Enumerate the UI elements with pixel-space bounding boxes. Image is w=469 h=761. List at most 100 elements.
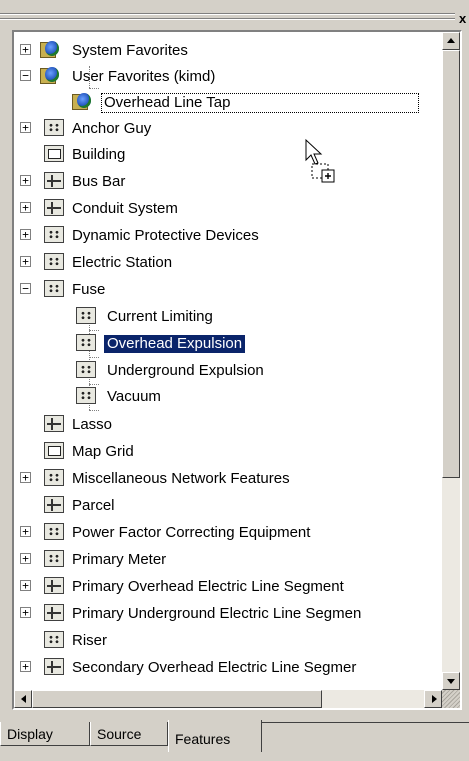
dots-icon [76, 387, 96, 404]
tree-item-label: Secondary Overhead Electric Line Segmer [72, 659, 357, 676]
tree-item-label: Overhead Expulsion [104, 335, 246, 353]
tree-item-drag-target[interactable]: Overhead Line Tap [14, 90, 442, 116]
globe-icon [40, 67, 60, 84]
feature-tree-panel: + System Favorites − User Favorites (kim… [12, 30, 462, 710]
tree-item-label: System Favorites [72, 42, 188, 59]
tree-item[interactable]: Current Limiting [14, 304, 442, 330]
tree-item-label: Anchor Guy [72, 120, 152, 137]
expand-toggle[interactable]: + [20, 175, 31, 186]
tree-item[interactable]: + Electric Station [14, 250, 442, 276]
tree-item-label: Bus Bar [72, 173, 126, 190]
tree-item[interactable]: Riser [14, 628, 442, 654]
dots-icon [44, 226, 64, 243]
tree-item[interactable]: Map Grid [14, 439, 442, 465]
expand-toggle[interactable]: + [20, 202, 31, 213]
expand-toggle[interactable]: + [20, 229, 31, 240]
collapse-toggle[interactable]: − [20, 283, 31, 294]
tree-item-label: Current Limiting [107, 308, 213, 325]
expand-toggle[interactable]: + [20, 580, 31, 591]
expand-toggle[interactable]: + [20, 44, 31, 55]
dots-icon [44, 550, 64, 567]
tree-item[interactable]: Underground Expulsion [14, 358, 442, 384]
tree-item[interactable]: + Primary Overhead Electric Line Segment [14, 574, 442, 600]
expand-toggle[interactable]: + [20, 526, 31, 537]
tree-item[interactable]: + Primary Underground Electric Line Segm… [14, 601, 442, 627]
expand-toggle[interactable]: + [20, 553, 31, 564]
tree-item-selected[interactable]: Overhead Expulsion [14, 331, 442, 357]
tree-connector [89, 410, 99, 411]
grid-icon [44, 145, 64, 162]
tree-item-label: Electric Station [72, 254, 173, 271]
tree-item-label: Conduit System [72, 200, 178, 217]
tree-item[interactable]: − Fuse [14, 277, 442, 303]
scroll-up-button[interactable] [442, 32, 460, 50]
tree-item[interactable]: + Conduit System [14, 196, 442, 222]
tree-item-label: User Favorites (kimd) [72, 68, 216, 85]
dots-icon [44, 119, 64, 136]
tree-item-label: Primary Meter [72, 551, 167, 568]
tab-display[interactable]: Display [0, 722, 90, 746]
grid-icon [44, 442, 64, 459]
drag-cursor-icon [305, 138, 335, 183]
tree-item-label: Lasso [72, 416, 113, 433]
grip-line [0, 14, 455, 15]
expand-toggle[interactable]: + [20, 661, 31, 672]
dots-icon [76, 307, 96, 324]
tree-item[interactable]: + Miscellaneous Network Features [14, 466, 442, 492]
tree-item-label: Riser [72, 632, 108, 649]
globe-icon [72, 93, 92, 110]
dots-icon [76, 334, 96, 351]
line-icon [44, 415, 64, 432]
tree-item-label: Building [72, 146, 126, 163]
globe-icon [40, 41, 60, 58]
tab-bar: Display Source Features [0, 716, 469, 761]
tree-item[interactable]: + Bus Bar [14, 169, 442, 195]
expand-toggle[interactable]: + [20, 256, 31, 267]
tree-item-label: Underground Expulsion [107, 362, 264, 379]
tree-item[interactable]: + Primary Meter [14, 547, 442, 573]
scroll-down-button[interactable] [442, 672, 460, 690]
line-icon [44, 577, 64, 594]
tree-item[interactable]: + System Favorites [14, 38, 442, 64]
dots-icon [44, 253, 64, 270]
collapse-toggle[interactable]: − [20, 70, 31, 81]
tree-item[interactable]: Building [14, 142, 442, 168]
line-icon [44, 658, 64, 675]
tree-item[interactable]: Vacuum [14, 384, 442, 410]
tab-features[interactable]: Features [168, 720, 262, 752]
dots-icon [44, 280, 64, 297]
scroll-left-button[interactable] [14, 690, 32, 708]
tree-item[interactable]: + Secondary Overhead Electric Line Segme… [14, 655, 442, 681]
tree-item[interactable]: + Power Factor Correcting Equipment [14, 520, 442, 546]
tree-item[interactable]: Parcel [14, 493, 442, 519]
scroll-right-button[interactable] [424, 690, 442, 708]
tree-item-label: Primary Underground Electric Line Segmen [72, 605, 362, 622]
panel-grip[interactable] [0, 6, 460, 28]
tab-bar-divider [262, 722, 469, 723]
expand-toggle[interactable]: + [20, 122, 31, 133]
close-icon[interactable]: x [459, 12, 469, 26]
expand-toggle[interactable]: + [20, 607, 31, 618]
dots-icon [44, 469, 64, 486]
tree-item-label: Map Grid [72, 443, 134, 460]
horizontal-scrollbar[interactable] [14, 690, 442, 708]
grip-line [0, 19, 455, 20]
vertical-scrollbar[interactable] [442, 32, 460, 690]
tree-item-label: Primary Overhead Electric Line Segment [72, 578, 344, 595]
horizontal-scroll-thumb[interactable] [32, 690, 322, 708]
dots-icon [76, 361, 96, 378]
tab-source[interactable]: Source [90, 722, 168, 746]
feature-tree[interactable]: + System Favorites − User Favorites (kim… [14, 32, 442, 690]
tree-item-label: Vacuum [107, 388, 161, 405]
tree-item-label: Power Factor Correcting Equipment [72, 524, 311, 541]
tree-item[interactable]: Lasso [14, 412, 442, 438]
tree-item-label: Parcel [72, 497, 115, 514]
tree-item[interactable]: + Dynamic Protective Devices [14, 223, 442, 249]
tree-item[interactable]: − User Favorites (kimd) [14, 64, 442, 90]
resize-grip[interactable] [442, 690, 460, 708]
vertical-scroll-thumb[interactable] [442, 50, 460, 478]
expand-toggle[interactable]: + [20, 472, 31, 483]
tree-item[interactable]: + Anchor Guy [14, 116, 442, 142]
tree-item-label: Miscellaneous Network Features [72, 470, 290, 487]
line-icon [44, 199, 64, 216]
